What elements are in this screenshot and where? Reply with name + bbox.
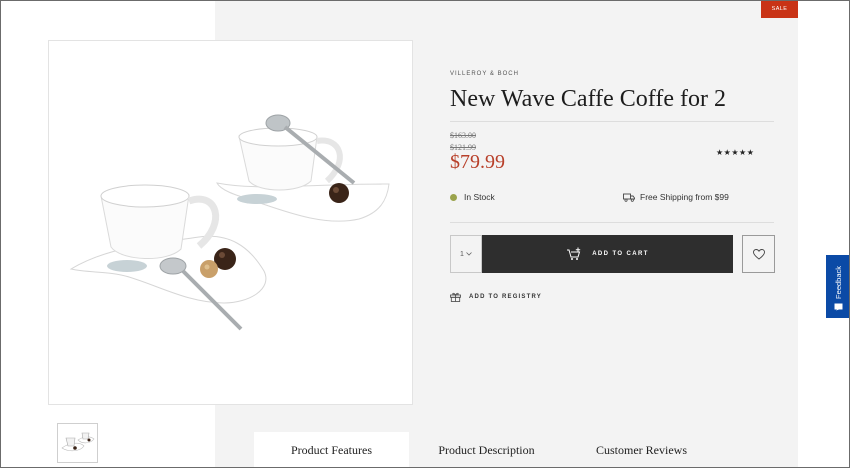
stock-label: In Stock	[464, 192, 495, 202]
in-stock-dot-icon	[450, 193, 457, 201]
tab-customer-reviews[interactable]: Customer Reviews	[564, 432, 719, 468]
add-to-cart-label: ADD TO CART	[592, 251, 649, 257]
add-to-registry-label: ADD TO REGISTRY	[469, 294, 543, 300]
tab-product-features[interactable]: Product Features	[254, 432, 409, 468]
sale-badge: SALE	[761, 0, 798, 18]
chevron-down-icon	[466, 252, 472, 256]
rating-stars[interactable]: ★★★★★	[716, 148, 754, 157]
info-divider	[450, 222, 774, 223]
feedback-tab[interactable]: Feedback	[826, 255, 850, 318]
heart-icon	[752, 248, 765, 260]
truck-icon	[623, 193, 635, 202]
quantity-select[interactable]: 1	[450, 235, 482, 273]
stock-status: In Stock	[450, 192, 495, 202]
product-title: New Wave Caffe Coffe for 2	[450, 86, 726, 112]
product-brand[interactable]: VILLEROY & BOCH	[450, 71, 519, 77]
shipping-info: Free Shipping from $99	[623, 192, 729, 202]
price-original: $163.00	[450, 131, 476, 140]
quantity-value: 1	[460, 250, 464, 258]
title-divider	[450, 121, 774, 122]
add-to-cart-button[interactable]: ADD TO CART	[482, 235, 733, 273]
wishlist-button[interactable]	[742, 235, 775, 273]
price-current: $79.99	[450, 151, 505, 173]
cart-add-icon	[567, 247, 581, 260]
feedback-label: Feedback	[833, 266, 843, 299]
product-thumbnail[interactable]	[57, 423, 98, 463]
product-main-image[interactable]	[48, 40, 413, 405]
gift-icon	[450, 292, 461, 302]
add-to-registry-link[interactable]: ADD TO REGISTRY	[450, 292, 542, 302]
shipping-label: Free Shipping from $99	[640, 192, 729, 202]
feedback-icon	[834, 303, 842, 311]
tab-product-description[interactable]: Product Description	[409, 432, 564, 468]
